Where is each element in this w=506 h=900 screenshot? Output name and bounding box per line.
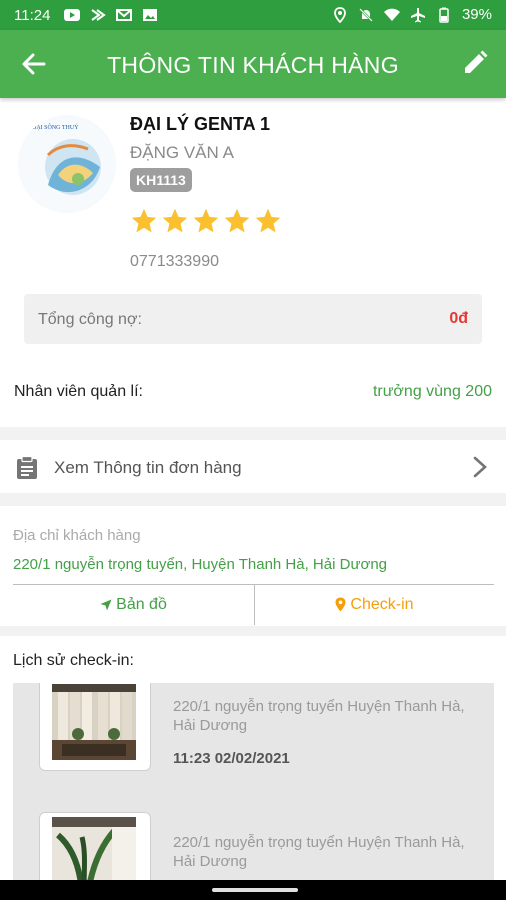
photo-thumbnail xyxy=(52,817,136,880)
checkin-history-list[interactable]: 220/1 nguyễn trọng tuyển Huyện Thanh Hà,… xyxy=(13,683,494,880)
gmail-icon xyxy=(116,9,132,21)
manager-value: trưởng vùng 200 xyxy=(372,383,492,400)
location-pin-icon xyxy=(335,597,346,612)
manager-label: Nhân viên quản lí: xyxy=(14,383,143,400)
airplane-icon xyxy=(410,7,425,22)
section-divider xyxy=(0,626,506,636)
navigation-arrow-icon xyxy=(100,599,112,611)
customer-name: ĐẠI LÝ GENTA 1 xyxy=(130,114,271,134)
customer-owner: ĐẶNG VĂN A xyxy=(130,143,234,162)
list-item[interactable]: 220/1 nguyễn trọng tuyển Huyện Thanh Hà,… xyxy=(13,683,494,803)
action-buttons: Bản đồ Check-in xyxy=(13,585,494,625)
customer-phone[interactable]: 0771333990 xyxy=(130,253,219,271)
pencil-icon[interactable] xyxy=(462,50,488,76)
debt-label: Tổng công nợ: xyxy=(38,311,142,328)
svg-text:ĐẠI SÔNG THUỶ: ĐẠI SÔNG THUỶ xyxy=(32,123,79,131)
customer-avatar: ĐẠI SÔNG THUỶ xyxy=(18,115,116,213)
checkin-button[interactable]: Check-in xyxy=(255,585,494,625)
battery-percent: 39% xyxy=(461,6,492,23)
clipboard-icon xyxy=(17,456,37,479)
star-icon xyxy=(162,208,188,233)
mute-icon xyxy=(359,7,373,22)
battery-icon xyxy=(439,7,449,23)
youtube-icon xyxy=(64,9,80,21)
wifi-icon xyxy=(383,8,400,21)
location-icon xyxy=(334,6,346,23)
room-photo xyxy=(52,684,136,760)
notification-icons xyxy=(64,7,158,23)
checkin-address: 220/1 nguyễn trọng tuyển Huyện Thanh Hà,… xyxy=(173,834,465,870)
section-divider xyxy=(0,493,506,506)
status-bar: 11:24 39% xyxy=(0,0,506,30)
checkin-button-label: Check-in xyxy=(350,596,414,613)
star-icon xyxy=(255,208,281,233)
section-divider xyxy=(0,427,506,440)
photo-thumbnail xyxy=(52,684,136,760)
debt-summary: Tổng công nợ: 0đ xyxy=(24,294,482,344)
star-icon xyxy=(131,208,157,233)
checkin-address: 220/1 nguyễn trọng tuyển Huyện Thanh Hà,… xyxy=(173,698,465,734)
star-icon xyxy=(224,208,250,233)
app-icon xyxy=(91,9,106,21)
map-button[interactable]: Bản đồ xyxy=(13,585,254,625)
view-orders-row[interactable]: Xem Thông tin đơn hàng xyxy=(0,441,506,493)
logo-image: ĐẠI SÔNG THUỶ xyxy=(18,115,116,213)
chevron-right-icon xyxy=(473,456,487,478)
checkin-time: 11:23 02/02/2021 xyxy=(173,750,290,767)
address-value: 220/1 nguyễn trọng tuyển, Huyện Thanh Hà… xyxy=(13,556,388,573)
view-orders-label: Xem Thông tin đơn hàng xyxy=(54,458,242,477)
system-icons: 39% xyxy=(332,6,492,23)
address-label: Địa chỉ khách hàng xyxy=(13,527,141,544)
map-button-label: Bản đồ xyxy=(116,596,167,613)
customer-code-badge: KH1113 xyxy=(130,168,192,192)
app-bar: THÔNG TIN KHÁCH HÀNG xyxy=(0,30,506,98)
plant-photo xyxy=(52,817,136,880)
list-item[interactable]: 220/1 nguyễn trọng tuyển Huyện Thanh Hà,… xyxy=(13,803,494,880)
image-icon xyxy=(143,9,157,21)
star-icon xyxy=(193,208,219,233)
rating-stars xyxy=(130,207,282,235)
history-label: Lịch sử check-in: xyxy=(13,652,134,669)
debt-value: 0đ xyxy=(449,310,468,327)
home-gesture-handle[interactable] xyxy=(212,888,298,892)
status-time: 11:24 xyxy=(14,7,51,24)
checkin-photo[interactable] xyxy=(39,812,151,880)
page-title: THÔNG TIN KHÁCH HÀNG xyxy=(107,52,399,78)
checkin-photo[interactable] xyxy=(39,683,151,771)
system-nav-bar xyxy=(0,880,506,900)
